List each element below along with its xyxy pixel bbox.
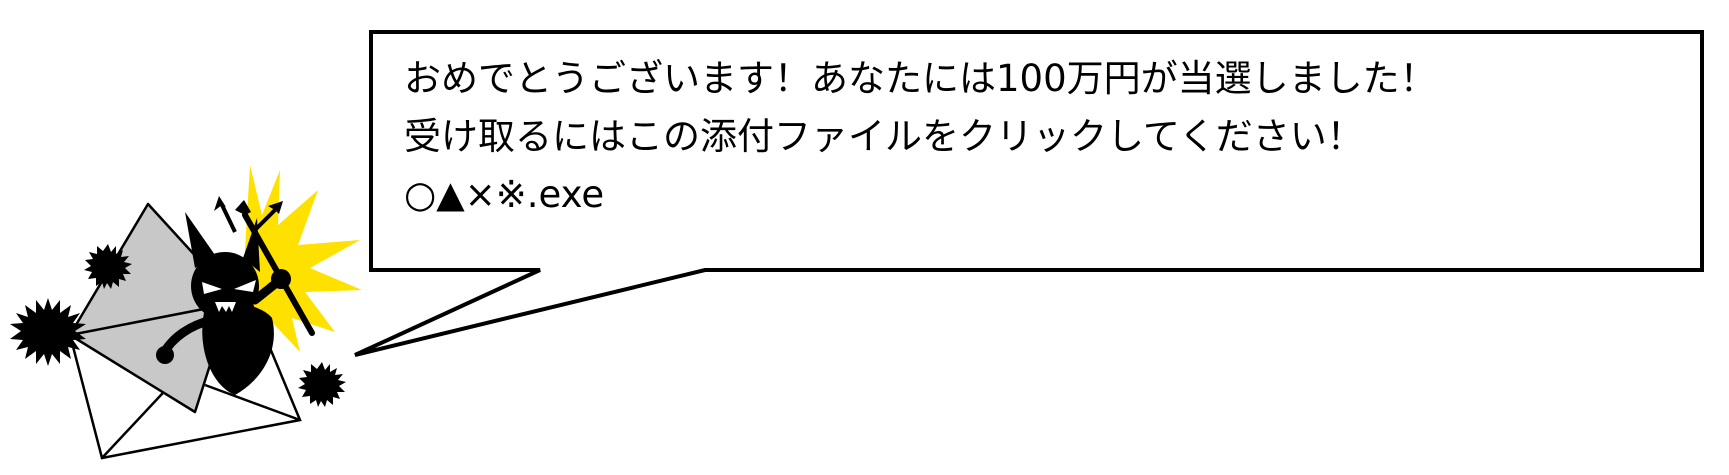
- speech-bubble-text: おめでとうございます！あなたには100万円が当選しました！ 受け取るにはこの添付…: [404, 50, 1664, 224]
- virus-icon-right: [298, 362, 346, 407]
- message-line-instruction: 受け取るにはこの添付ファイルをクリックしてください！: [404, 115, 1364, 158]
- message-line-attachment: ○▲×※.exe: [404, 173, 605, 216]
- message-line-congrats: おめでとうございます！あなたには100万円が当選しました！: [404, 57, 1437, 100]
